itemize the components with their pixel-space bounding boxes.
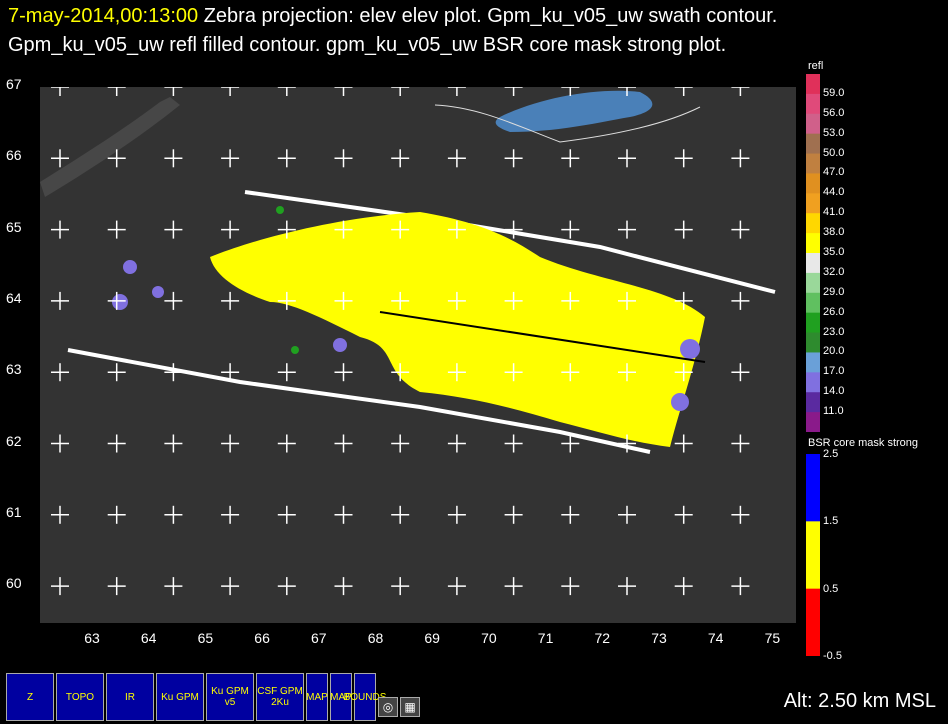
refl-tick-label: 53.0 bbox=[823, 126, 845, 139]
altitude-readout: Alt: 2.50 km MSL bbox=[783, 690, 936, 712]
refl-color-swatch bbox=[806, 193, 820, 214]
refl-color-swatch bbox=[806, 272, 820, 294]
icon-toolbar: Z TOPO IR Ku GPM Ku GPM v5 CSF GPM 2Ku MAP MAP B… bbox=[6, 673, 420, 721]
target-icon[interactable]: ◎ bbox=[378, 697, 398, 717]
radar-plot-area[interactable] bbox=[40, 87, 796, 623]
refl-tick-label: 29.0 bbox=[823, 285, 845, 298]
x-tick-label: 75 bbox=[764, 630, 781, 646]
x-tick-label: 69 bbox=[424, 630, 440, 646]
refl-tick-label: 11.0 bbox=[823, 405, 844, 418]
x-tick-label: 65 bbox=[197, 630, 214, 646]
y-tick-label: 62 bbox=[6, 432, 22, 449]
echo-cell bbox=[123, 260, 137, 274]
refl-color-swatch bbox=[806, 352, 820, 373]
y-tick-label: 64 bbox=[6, 289, 22, 306]
x-tick-label: 67 bbox=[311, 630, 327, 646]
refl-tick-label: 56.0 bbox=[823, 106, 845, 119]
refl-color-swatch bbox=[806, 392, 820, 413]
ku-gpm-v5-icon[interactable]: Ku GPM v5 bbox=[206, 673, 254, 721]
bsr-tick-label: 1.5 bbox=[823, 515, 839, 528]
refl-tick-label: 32.0 bbox=[823, 265, 845, 278]
y-tick-label: 66 bbox=[6, 147, 22, 164]
refl-color-swatch bbox=[806, 233, 820, 254]
refl-color-swatch bbox=[806, 292, 820, 314]
zebra-logo-icon[interactable]: Z bbox=[6, 673, 54, 721]
x-tick-label: 64 bbox=[140, 630, 157, 646]
refl-color-swatch bbox=[806, 93, 820, 115]
refl-color-swatch bbox=[806, 173, 820, 194]
y-tick-label: 67 bbox=[6, 76, 22, 92]
ku-gpm-icon[interactable]: Ku GPM bbox=[156, 673, 204, 721]
csf-gpm-icon[interactable]: CSF GPM 2Ku bbox=[256, 673, 304, 721]
echo-cell bbox=[680, 339, 700, 359]
refl-tick-label: 59.0 bbox=[823, 86, 845, 99]
refl-colorbar bbox=[806, 74, 820, 432]
refl-color-swatch bbox=[806, 412, 820, 432]
echo-cell-green bbox=[291, 346, 299, 354]
x-tick-label: 74 bbox=[707, 630, 724, 646]
x-tick-label: 72 bbox=[594, 630, 611, 646]
bsr-tick-label: -0.5 bbox=[823, 650, 842, 662]
echo-cell bbox=[671, 393, 689, 411]
terrain-band bbox=[40, 97, 180, 197]
refl-tick-label: 26.0 bbox=[823, 305, 845, 318]
bounds-icon[interactable]: BOUNDS bbox=[344, 673, 386, 721]
bsr-color-swatch bbox=[806, 588, 820, 656]
map-icon[interactable]: MAP bbox=[306, 673, 328, 721]
plot-title: 7-may-2014,00:13:00 Zebra projection: el… bbox=[8, 2, 808, 60]
x-tick-label: 66 bbox=[254, 630, 270, 646]
refl-tick-label: 41.0 bbox=[823, 206, 845, 219]
y-tick-label: 65 bbox=[6, 218, 22, 235]
refl-tick-label: 47.0 bbox=[823, 166, 845, 179]
refl-tick-label: 17.0 bbox=[823, 365, 845, 378]
bsr-colorbar bbox=[806, 454, 820, 656]
x-tick-label: 71 bbox=[537, 630, 554, 646]
topo-icon[interactable]: TOPO bbox=[56, 673, 104, 721]
y-tick-label: 60 bbox=[6, 575, 22, 592]
y-tick-label: 61 bbox=[6, 503, 22, 520]
refl-color-swatch bbox=[806, 332, 820, 353]
refl-tick-label: 44.0 bbox=[823, 186, 845, 199]
refl-legend-title: refl bbox=[808, 60, 824, 72]
refl-tick-label: 20.0 bbox=[823, 345, 845, 358]
bsr-color-swatch bbox=[806, 454, 820, 522]
refl-tick-label: 14.0 bbox=[823, 385, 845, 398]
refl-color-swatch bbox=[806, 133, 820, 155]
bsr-tick-label: 2.5 bbox=[823, 448, 839, 460]
ir-icon[interactable]: IR bbox=[106, 673, 154, 721]
x-tick-label: 73 bbox=[651, 630, 667, 646]
bsr-tick-label: 0.5 bbox=[823, 582, 839, 595]
refl-tick-label: 23.0 bbox=[823, 325, 845, 338]
y-tick-label: 63 bbox=[6, 361, 22, 378]
refl-color-swatch bbox=[806, 372, 820, 393]
x-tick-label: 68 bbox=[367, 630, 384, 646]
grid-icon[interactable]: ▦ bbox=[400, 697, 420, 717]
bsr-color-swatch bbox=[806, 521, 820, 590]
echo-cell bbox=[333, 338, 347, 352]
refl-color-swatch bbox=[806, 113, 820, 135]
refl-color-swatch bbox=[806, 312, 820, 334]
refl-tick-label: 50.0 bbox=[823, 146, 845, 159]
x-tick-label: 70 bbox=[481, 630, 497, 646]
x-tick-label: 63 bbox=[84, 630, 100, 646]
echo-cell-green bbox=[276, 206, 284, 214]
refl-color-swatch bbox=[806, 153, 820, 174]
refl-tick-label: 35.0 bbox=[823, 246, 845, 258]
echo-cell bbox=[152, 286, 164, 298]
refl-tick-label: 38.0 bbox=[823, 226, 845, 239]
refl-color-swatch bbox=[806, 74, 820, 95]
radar-plot-svg bbox=[40, 87, 776, 596]
echo-cell bbox=[112, 294, 128, 310]
plot-timestamp: 7-may-2014,00:13:00 bbox=[8, 5, 199, 27]
refl-color-swatch bbox=[806, 253, 820, 274]
refl-color-swatch bbox=[806, 213, 820, 234]
